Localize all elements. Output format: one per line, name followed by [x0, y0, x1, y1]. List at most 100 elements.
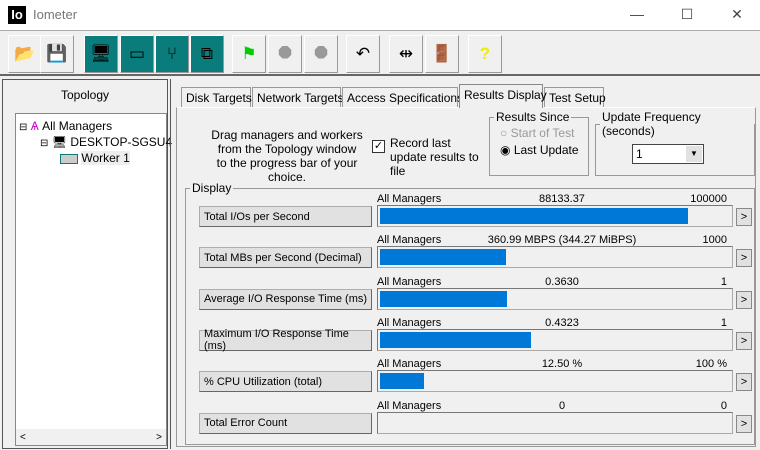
radio-label: Last Update: [513, 143, 579, 157]
metric-progress-bar: [377, 370, 733, 393]
instruction-line: Drag managers and workers: [211, 128, 363, 142]
metric-expand-button[interactable]: >: [736, 414, 752, 433]
tab-test-setup[interactable]: Test Setup: [544, 87, 606, 107]
radio-start-of-test[interactable]: ○ Start of Test: [500, 126, 588, 140]
toolbar: 📂 💾 🖥 ▭ ⑂ ⧉ ⚑ ⯃ ⯃ ↶ ⇹ 🚪?: [0, 30, 760, 76]
metric-progress-bar: [377, 246, 733, 269]
metric-source: All Managers: [377, 193, 442, 205]
tree-label: DESKTOP-SGSU4: [70, 135, 173, 149]
update-frequency-select[interactable]: 1 ▼: [632, 144, 704, 164]
progress-fill: [380, 249, 507, 266]
metric-max: 1: [720, 275, 727, 288]
tree-item-manager[interactable]: ⊟ 🖥 DESKTOP-SGSU4: [40, 135, 172, 149]
metric-value: 12.50 %: [541, 358, 583, 371]
tab-results-display[interactable]: Results Display: [459, 84, 547, 108]
title-bar: Io Iometer — ☐ ✕: [0, 0, 760, 30]
new-disk-worker-icon: ▭: [128, 44, 146, 63]
metric-expand-button[interactable]: >: [736, 249, 752, 268]
metric-max: 100 %: [695, 358, 727, 371]
group-title: Display: [192, 181, 232, 195]
metric-select-button[interactable]: Total Error Count: [199, 412, 372, 434]
tree-item-all-managers[interactable]: ⊟ Ѧ All Managers: [19, 119, 112, 133]
metric-select-button[interactable]: % CPU Utilization (total): [199, 371, 372, 393]
collapse-icon[interactable]: ⊟: [19, 122, 27, 133]
new-network-worker-icon: ⑂: [166, 44, 178, 63]
metric-progress-bar: [377, 411, 733, 434]
new-disk-worker-button[interactable]: ▭: [120, 35, 154, 73]
stop-all-icon: ⯃: [314, 44, 328, 63]
main-pane: Disk Targets Network Targets Access Specif…: [170, 79, 758, 449]
metric-expand-button[interactable]: >: [736, 373, 752, 392]
horizontal-scrollbar[interactable]: < >: [16, 429, 166, 445]
start-button[interactable]: ⚑: [232, 35, 266, 73]
metric-value: 0.3630: [545, 275, 579, 288]
metric-max: 100000: [690, 193, 727, 205]
managers-icon: Ѧ: [30, 119, 39, 133]
metric-source: All Managers: [377, 275, 442, 288]
progress-fill: [380, 331, 532, 348]
help-icon: ?: [479, 44, 491, 63]
stop-all-button[interactable]: ⯃: [304, 35, 338, 73]
radio-last-update[interactable]: ◉ Last Update: [500, 143, 588, 157]
chevron-down-icon[interactable]: ▼: [686, 146, 702, 162]
metric-value: 0.4323: [545, 316, 579, 329]
radio-label: Start of Test: [510, 126, 575, 140]
topology-title: Topology: [60, 88, 110, 102]
metric-source: All Managers: [377, 316, 442, 329]
metric-source: All Managers: [377, 399, 442, 412]
open-button[interactable]: 📂: [8, 35, 42, 73]
select-value: 1: [636, 147, 643, 161]
start-icon: ⚑: [241, 44, 257, 63]
instruction-line: from the Topology window: [217, 142, 357, 156]
maximize-button[interactable]: ☐: [672, 4, 702, 24]
metric-select-button[interactable]: Average I/O Response Time (ms): [199, 288, 372, 310]
metric-expand-button[interactable]: >: [736, 331, 752, 350]
reset-icon: ↶: [355, 44, 371, 63]
worker-icon: [60, 153, 78, 164]
open-icon: 📂: [14, 44, 36, 63]
record-label: Record last update results to file: [390, 136, 479, 178]
metric-value: 88133.37: [539, 193, 585, 205]
save-button[interactable]: 💾: [40, 35, 74, 73]
help-button[interactable]: ?: [468, 35, 502, 73]
instructions: Drag managers and workers from the Topol…: [197, 128, 377, 184]
stop-icon: ⯃: [278, 44, 292, 63]
new-manager-icon: 🖥: [90, 44, 112, 63]
new-manager-button[interactable]: 🖥: [84, 35, 118, 73]
minimize-button[interactable]: —: [622, 4, 652, 24]
progress-fill: [380, 290, 508, 307]
scroll-left-icon[interactable]: <: [20, 432, 26, 443]
metric-source: All Managers: [377, 234, 442, 247]
metric-expand-button[interactable]: >: [736, 208, 752, 226]
disconnect-button[interactable]: ⇹: [389, 35, 423, 73]
topology-tree: ⊟ Ѧ All Managers ⊟ 🖥 DESKTOP-SGSU4 Worke…: [15, 113, 172, 446]
metric-select-button[interactable]: Total MBs per Second (Decimal): [199, 247, 372, 269]
record-checkbox[interactable]: ✓: [372, 140, 385, 153]
scroll-right-icon[interactable]: >: [156, 432, 162, 443]
exit-button[interactable]: 🚪: [425, 35, 459, 73]
window-title: Iometer: [33, 7, 78, 22]
progress-fill: [380, 373, 424, 390]
stop-button[interactable]: ⯃: [268, 35, 302, 73]
metric-expand-button[interactable]: >: [736, 290, 752, 309]
reset-button[interactable]: ↶: [346, 35, 380, 73]
tree-item-worker[interactable]: Worker 1: [60, 151, 130, 165]
metric-select-button[interactable]: Maximum I/O Response Time (ms): [199, 328, 372, 352]
computer-icon: 🖥: [51, 135, 67, 149]
metric-progress-bar: [377, 205, 733, 227]
close-button[interactable]: ✕: [722, 4, 752, 24]
metric-select-button[interactable]: Total I/Os per Second: [199, 206, 372, 227]
metric-source: All Managers: [377, 358, 442, 371]
new-network-worker-button[interactable]: ⑂: [155, 35, 189, 73]
metric-max: 1000: [702, 234, 727, 247]
metric-max: 1: [720, 316, 727, 329]
progress-fill: [380, 208, 689, 224]
copy-worker-button[interactable]: ⧉: [190, 35, 224, 73]
tab-disk-targets[interactable]: Disk Targets: [181, 87, 252, 107]
tree-label: All Managers: [42, 119, 113, 133]
results-since-group: Results Since ○ Start of Test ◉ Last Upd…: [489, 110, 589, 176]
tab-access-specifications[interactable]: Access Specifications: [342, 87, 463, 107]
collapse-icon[interactable]: ⊟: [40, 138, 48, 149]
results-display-panel: Drag managers and workers from the Topol…: [176, 107, 756, 447]
tab-network-targets[interactable]: Network Targets: [252, 87, 343, 107]
